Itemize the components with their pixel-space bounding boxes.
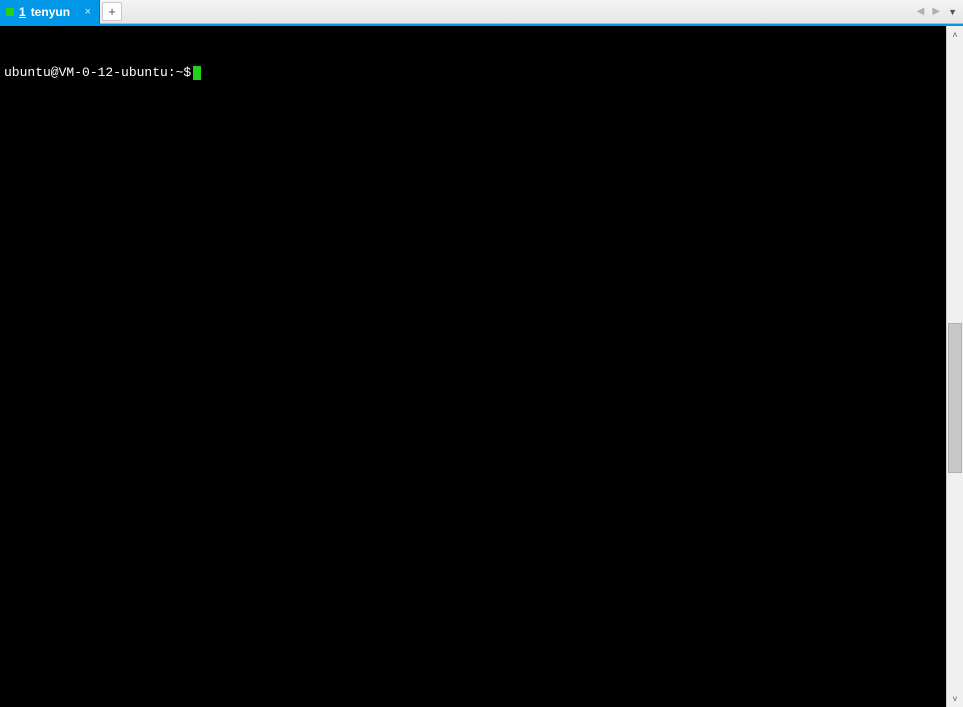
connection-status-icon	[6, 8, 14, 16]
tab-active[interactable]: 1 tenyun ×	[0, 0, 100, 24]
plus-icon: +	[108, 4, 116, 19]
prompt-line: ubuntu@VM-0-12-ubuntu:~$	[4, 64, 942, 82]
scroll-thumb[interactable]	[948, 323, 962, 473]
terminal-container: ubuntu@VM-0-12-ubuntu:~$ ˄ ˅	[0, 24, 963, 707]
tab-close-icon[interactable]: ×	[83, 6, 93, 18]
tab-bar-controls: ◀ ▶ ▼	[914, 0, 963, 23]
tab-next-button[interactable]: ▶	[929, 4, 943, 19]
tab-number: 1	[19, 5, 26, 19]
tab-prev-button[interactable]: ◀	[914, 4, 928, 19]
terminal[interactable]: ubuntu@VM-0-12-ubuntu:~$	[0, 26, 946, 707]
scroll-up-button[interactable]: ˄	[947, 26, 963, 43]
cursor-icon	[193, 66, 201, 80]
shell-prompt: ubuntu@VM-0-12-ubuntu:~$	[4, 64, 191, 82]
tab-title: tenyun	[31, 5, 70, 19]
tab-menu-button[interactable]: ▼	[945, 5, 960, 19]
vertical-scrollbar[interactable]: ˄ ˅	[946, 26, 963, 707]
tab-bar: 1 tenyun × + ◀ ▶ ▼	[0, 0, 963, 24]
new-tab-button[interactable]: +	[102, 2, 122, 21]
scroll-track[interactable]	[947, 43, 963, 690]
scroll-down-button[interactable]: ˅	[947, 690, 963, 707]
